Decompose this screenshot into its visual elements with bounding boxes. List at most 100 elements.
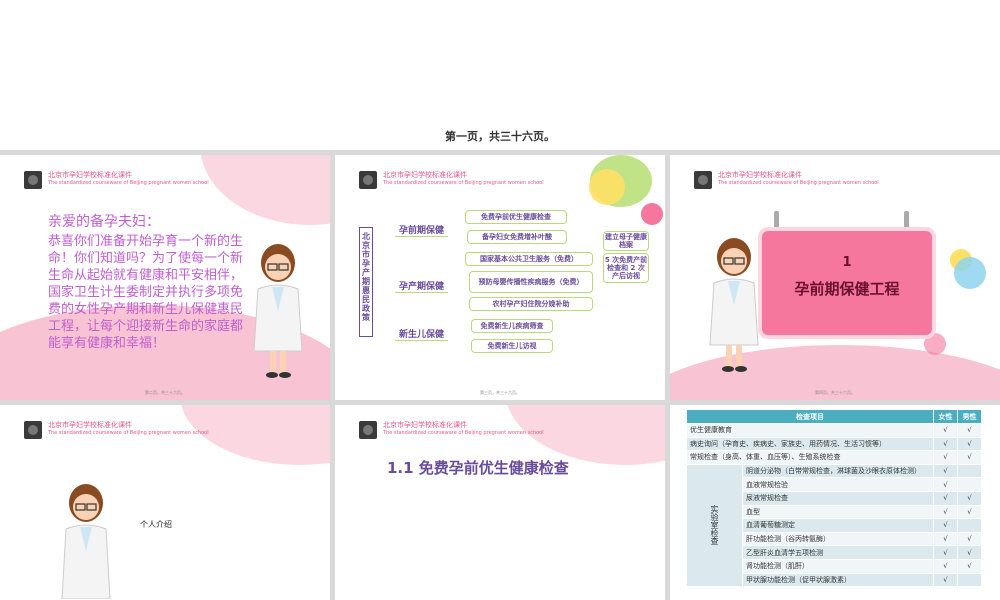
slide-header: 北京市孕妇学校标准化课件 The standardized courseware…	[694, 171, 879, 189]
category-prepregnancy: 孕前期保健	[395, 223, 449, 237]
header-title-en: The standardized courseware of Beijing p…	[718, 180, 879, 186]
slide-footer: 第三页，共三十六页。	[480, 390, 520, 395]
section-heading: 1.1 免费孕前优生健康检查	[387, 459, 569, 477]
table-header-item: 检查项目	[686, 409, 934, 424]
school-logo-icon	[694, 171, 712, 189]
table-cell-female: √	[933, 518, 958, 533]
table-cell-female: √	[933, 531, 958, 547]
policy-item: 国家基本公共卫生服务（免费）	[465, 252, 593, 266]
table-cell-item: 血液常规检验	[742, 477, 934, 492]
school-logo-icon	[24, 171, 42, 189]
intro-text: 个人介绍	[140, 520, 172, 529]
category-newborn: 新生儿保健	[395, 327, 449, 341]
slide-header: 北京市孕妇学校标准化课件 The standardized courseware…	[359, 421, 544, 439]
table-cell-male: √	[957, 545, 982, 560]
header-title-cn: 北京市孕妇学校标准化课件	[718, 171, 802, 179]
table-cell-female: √	[933, 572, 958, 588]
slide-header: 北京市孕妇学校标准化课件 The standardized courseware…	[24, 421, 209, 439]
policy-item: 农村孕产妇住院分娩补助	[469, 297, 593, 311]
slide-sorter-view: 第一页，共三十六页。 北京市孕妇学校标准化课件 The standardized…	[0, 0, 1000, 600]
lab-check-label: 实验室检查	[686, 463, 743, 588]
slide-footer: 第四页，共三十六页。	[815, 390, 855, 395]
table-cell-male	[957, 477, 982, 492]
table-cell-male: √	[957, 558, 982, 574]
table-cell-female: √	[933, 450, 958, 465]
table-cell-female: √	[933, 477, 958, 492]
policy-vertical-title: 北京市孕产期惠民政策	[359, 227, 373, 337]
side-policy-item: 5 次免费产前检查和 2 次产后访视	[603, 253, 649, 283]
category-pregnancy: 孕产期保健	[395, 279, 449, 293]
slide-thumbnail-5[interactable]: 北京市孕妇学校标准化课件 The standardized courseware…	[0, 405, 330, 600]
table-cell-female: √	[933, 558, 958, 574]
table-header-male: 男性	[957, 409, 982, 424]
slide-thumbnail-7[interactable]: 检查项目 女性 男性 优生健康教育 √ √ 病史询问（孕育史、疾病史、家族史、用药…	[670, 405, 1000, 600]
header-title-en: The standardized courseware of Beijing p…	[48, 430, 209, 436]
decorative-circle-icon	[954, 257, 986, 289]
school-logo-icon	[359, 421, 377, 439]
table-cell-male	[957, 572, 982, 588]
slide-thumbnail-4[interactable]: 北京市孕妇学校标准化课件 The standardized courseware…	[670, 155, 1000, 400]
header-title-en: The standardized courseware of Beijing p…	[383, 430, 544, 436]
side-policy-item: 建立母子健康档案	[603, 231, 649, 251]
table-cell-male: √	[957, 423, 982, 438]
table-cell-male: √	[957, 504, 982, 520]
table-cell-female: √	[933, 490, 958, 506]
policy-item: 免费新生儿疾病筛查	[471, 319, 553, 333]
table-cell-item: 尿液常规检查	[742, 490, 934, 506]
header-title-en: The standardized courseware of Beijing p…	[48, 180, 209, 186]
table-cell-item: 优生健康教育	[686, 423, 934, 438]
checkup-table: 检查项目 女性 男性 优生健康教育 √ √ 病史询问（孕育史、疾病史、家族史、用药…	[686, 409, 982, 588]
table-cell-item: 常规检查（身高、体重、血压等）、生殖系统检查	[686, 450, 934, 465]
table-cell-female: √	[933, 463, 958, 479]
school-logo-icon	[24, 421, 42, 439]
table-cell-item: 血型	[742, 504, 934, 520]
table-row: 病史询问（孕育史、疾病史、家族史、用药情况、生活习惯等） √ √	[686, 436, 982, 452]
table-cell-male	[957, 463, 982, 479]
table-cell-item: 肝功能检测（谷丙转氨酶）	[742, 531, 934, 547]
table-cell-male: √	[957, 531, 982, 547]
table-row: 常规检查（身高、体重、血压等）、生殖系统检查 √ √	[686, 450, 982, 465]
table-cell-item: 肾功能检测（肌酐）	[742, 558, 934, 574]
slide-thumbnail-6[interactable]: 北京市孕妇学校标准化课件 The standardized courseware…	[335, 405, 665, 600]
slide-thumbnail-3[interactable]: 北京市孕妇学校标准化课件 The standardized courseware…	[335, 155, 665, 400]
policy-item: 预防母婴传播性疾病服务（免费）	[469, 271, 593, 293]
table-cell-male	[957, 518, 982, 533]
doctor-illustration-icon	[253, 244, 303, 378]
pink-background-shape	[200, 155, 330, 225]
header-title-cn: 北京市孕妇学校标准化课件	[48, 171, 132, 179]
table-row: 实验室检查 阴道分泌物（白带常规检查，淋球菌及沙眼衣原体检测） √	[686, 463, 982, 588]
table-header-female: 女性	[933, 409, 958, 424]
table-cell-item: 血清葡萄糖测定	[742, 518, 934, 533]
section-title: 孕前期保健工程	[794, 280, 900, 298]
table-cell-female: √	[933, 504, 958, 520]
header-title-cn: 北京市孕妇学校标准化课件	[48, 421, 132, 429]
table-cell-item: 病史询问（孕育史、疾病史、家族史、用药情况、生活习惯等）	[686, 436, 934, 452]
table-cell-item: 乙型肝炎血清学五项检测	[742, 545, 934, 560]
header-title-cn: 北京市孕妇学校标准化课件	[383, 171, 467, 179]
header-title-cn: 北京市孕妇学校标准化课件	[383, 421, 467, 429]
table-cell-female: √	[933, 423, 958, 438]
school-logo-icon	[359, 171, 377, 189]
slide-thumbnail-2[interactable]: 北京市孕妇学校标准化课件 The standardized courseware…	[0, 155, 330, 400]
section-title-board: 1 孕前期保健工程	[758, 227, 936, 339]
table-cell-female: √	[933, 545, 958, 560]
policy-item: 免费孕前优生健康检查	[465, 210, 567, 224]
policy-item: 免费新生儿访视	[471, 339, 553, 353]
slide-header: 北京市孕妇学校标准化课件 The standardized courseware…	[24, 171, 209, 189]
decorative-circle-icon	[641, 203, 663, 225]
section-number: 1	[842, 255, 852, 270]
body-text: 恭喜你们准备开始孕育一个新的生命！你们知道吗？为了使每一个新生命从起始就有健康和…	[48, 234, 244, 351]
header-title-en: The standardized courseware of Beijing p…	[383, 180, 544, 186]
table-cell-male: √	[957, 450, 982, 465]
slide-header: 北京市孕妇学校标准化课件 The standardized courseware…	[359, 171, 544, 189]
greeting-text: 亲爱的备孕夫妇：	[48, 214, 160, 230]
policy-item: 备孕妇女免费增补叶酸	[467, 230, 567, 244]
table-cell-male: √	[957, 490, 982, 506]
table-cell-item: 阴道分泌物（白带常规检查，淋球菌及沙眼衣原体检测）	[742, 463, 934, 479]
table-cell-male: √	[957, 436, 982, 452]
decorative-circle-icon	[589, 169, 625, 205]
page-caption: 第一页，共三十六页。	[445, 130, 555, 143]
doctor-illustration-icon	[709, 238, 759, 372]
doctor-illustration-icon	[61, 484, 111, 599]
table-cell-item: 甲状腺功能检测（促甲状腺激素）	[742, 572, 934, 588]
